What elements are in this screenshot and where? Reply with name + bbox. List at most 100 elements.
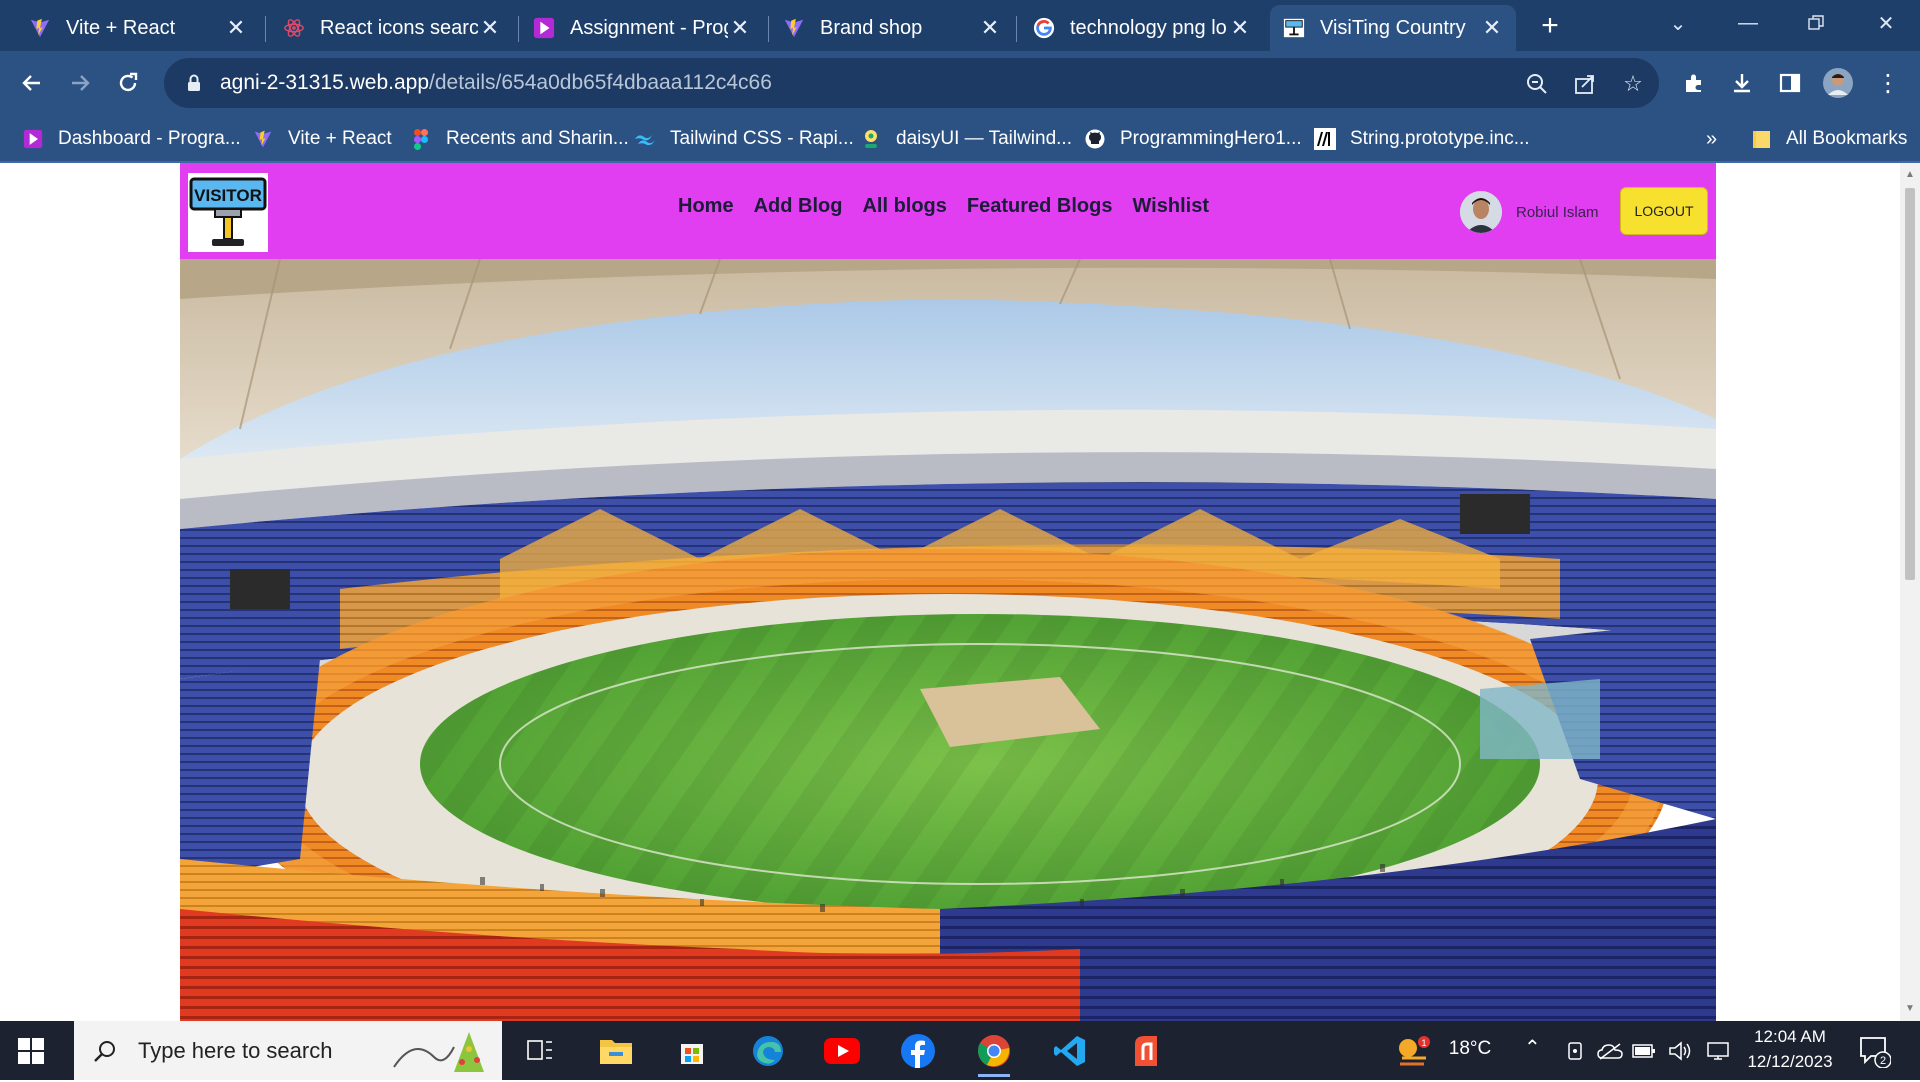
tab-close-icon[interactable]: ✕ [978,15,1002,40]
battery-icon[interactable] [1624,1031,1664,1071]
tab-close-icon[interactable]: ✕ [728,15,752,40]
bookmark-figma[interactable]: Recents and Sharin... [410,125,629,153]
tab-visiting-country[interactable]: VisiTing Country ✕ [1270,5,1516,51]
bookmark-label: Dashboard - Progra... [58,128,241,149]
zoom-icon[interactable] [1524,71,1550,97]
mdn-icon [1314,128,1336,150]
all-bookmarks-button[interactable]: All Bookmarks [1750,125,1907,153]
tab-brand-shop[interactable]: Brand shop ✕ [770,5,1014,51]
weather-icon[interactable]: 1 [1392,1031,1432,1071]
programming-hero-icon [532,16,556,40]
side-panel-icon[interactable] [1774,67,1806,99]
bookmarks-overflow-button[interactable]: » [1706,125,1717,153]
vite-icon [782,16,806,40]
download-icon[interactable] [1726,67,1758,99]
tab-title: Brand shop [820,16,923,39]
folder-icon [1750,128,1772,150]
bookmark-github[interactable]: ProgrammingHero1... [1084,125,1302,153]
close-window-icon[interactable]: ✕ [1866,8,1906,38]
browser-toolbar: agni-2-31315.web.app/details/654a0db65f4… [0,51,1920,115]
youtube-icon[interactable] [822,1031,862,1071]
nav-home-link[interactable]: Home [678,195,734,218]
nav-add-blog-link[interactable]: Add Blog [754,195,843,218]
vite-icon [28,16,52,40]
tab-divider [265,16,266,42]
nav-featured-blogs-link[interactable]: Featured Blogs [967,195,1113,218]
vscode-icon[interactable] [1050,1031,1090,1071]
user-info: Robiul Islam [1460,191,1599,233]
notifications-icon[interactable]: 2 [1854,1031,1894,1071]
tab-vite-react[interactable]: Vite + React ✕ [16,5,260,51]
clock-time[interactable]: 12:04 AM [1736,1027,1844,1047]
chrome-icon[interactable] [974,1031,1014,1077]
bookmark-label: Recents and Sharin... [446,128,629,149]
page-scrollbar[interactable]: ▲ ▼ [1900,163,1920,1021]
bookmark-label: Tailwind CSS - Rapi... [670,128,854,149]
address-bar[interactable]: agni-2-31315.web.app/details/654a0db65f4… [164,58,1659,108]
hero-stadium-image [180,259,1716,1021]
tab-divider [518,16,519,42]
share-icon[interactable] [1572,71,1598,97]
file-explorer-icon[interactable] [596,1031,636,1071]
nav-wishlist-link[interactable]: Wishlist [1132,195,1209,218]
react-icon [282,16,306,40]
url-text[interactable]: agni-2-31315.web.app/details/654a0db65f4… [220,71,772,95]
bookmark-label: ProgrammingHero1... [1120,128,1302,149]
weather-temperature[interactable]: 18°C [1440,1038,1500,1060]
restore-icon[interactable] [1796,8,1836,38]
logout-button[interactable]: LOGOUT [1620,187,1708,235]
search-highlight-icon [384,1027,494,1082]
github-icon [1084,128,1106,150]
scroll-down-icon[interactable]: ▼ [1904,1003,1916,1015]
browser-title-bar: Vite + React ✕ React icons search ✕ Assi… [0,0,1920,51]
forward-icon[interactable] [62,65,98,101]
minimize-icon[interactable]: — [1728,8,1768,38]
windows-start-icon[interactable] [18,1038,44,1064]
tab-close-icon[interactable]: ✕ [1480,15,1504,40]
scroll-up-icon[interactable]: ▲ [1904,169,1916,181]
volume-icon[interactable] [1660,1031,1700,1071]
tab-close-icon[interactable]: ✕ [478,15,502,40]
tailwind-icon [634,128,656,150]
microsoft-store-icon[interactable] [672,1031,712,1071]
tab-close-icon[interactable]: ✕ [1228,15,1252,40]
clock-date[interactable]: 12/12/2023 [1736,1052,1844,1072]
tab-title: React icons search [320,16,478,39]
tab-close-icon[interactable]: ✕ [224,15,248,40]
tab-technology-png[interactable]: technology png lo ✕ [1020,5,1264,51]
kebab-menu-icon[interactable]: ⋮ [1872,67,1904,99]
task-view-icon[interactable] [520,1031,560,1071]
tab-title: VisiTing Country [1320,16,1466,39]
figma-icon [410,128,432,150]
network-icon[interactable] [1698,1031,1738,1071]
tab-divider [1016,16,1017,42]
facebook-icon[interactable] [898,1031,938,1071]
git-app-icon[interactable] [1126,1031,1166,1071]
nav-all-blogs-link[interactable]: All blogs [862,195,946,218]
weather-badge: 1 [1421,1038,1426,1048]
new-tab-button[interactable]: + [1534,9,1566,42]
back-icon[interactable] [14,65,50,101]
edge-icon[interactable] [748,1031,788,1071]
bookmark-label: Vite + React [288,128,392,149]
profile-avatar[interactable] [1822,67,1854,99]
avatar[interactable] [1460,191,1502,233]
bookmark-mdn[interactable]: String.prototype.inc... [1314,125,1530,153]
tab-react-icons[interactable]: React icons search ✕ [270,5,514,51]
scrollbar-thumb[interactable] [1905,188,1915,580]
reload-icon[interactable] [110,65,146,101]
lock-icon[interactable] [184,73,204,93]
tab-search-icon[interactable]: ⌄ [1658,8,1698,38]
extensions-icon[interactable] [1678,67,1710,99]
stadium-illustration [180,259,1716,1021]
bookmark-tailwind[interactable]: Tailwind CSS - Rapi... [634,125,854,153]
bookmark-daisyui[interactable]: daisyUI — Tailwind... [860,125,1072,153]
tab-assignment[interactable]: Assignment - Prog ✕ [520,5,764,51]
bookmark-star-icon[interactable]: ☆ [1620,71,1646,97]
search-icon [92,1038,118,1064]
taskbar-search-box[interactable]: Type here to search [74,1021,502,1080]
bookmark-vite-react[interactable]: Vite + React [252,125,392,153]
show-hidden-icons-icon[interactable]: ⌃ [1524,1035,1541,1060]
site-logo[interactable]: VISITOR [188,173,268,252]
bookmark-dashboard[interactable]: Dashboard - Progra... [22,125,241,153]
